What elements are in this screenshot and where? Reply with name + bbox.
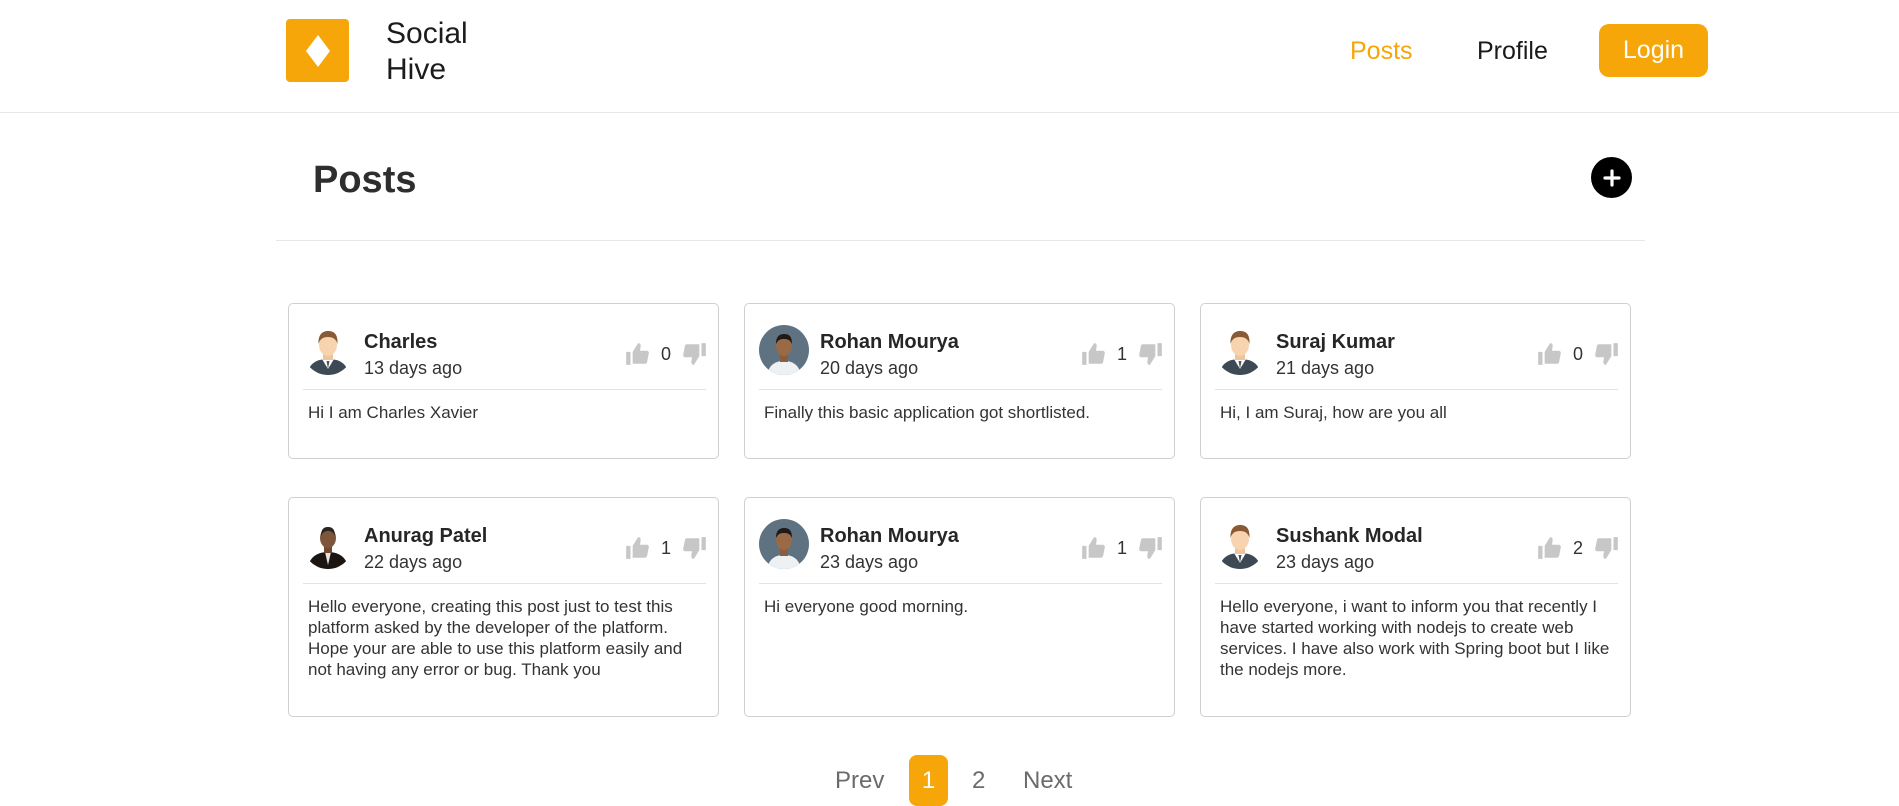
post-author[interactable]: Rohan Mourya — [820, 524, 959, 548]
post-body: Hi I am Charles Xavier — [308, 403, 479, 422]
thumbs-up-icon[interactable] — [1536, 341, 1562, 367]
vote-count: 2 — [1572, 537, 1583, 558]
post-time: 13 days ago — [364, 358, 463, 378]
add-post-button[interactable] — [1591, 157, 1632, 198]
card-divider — [1215, 583, 1618, 584]
avatar[interactable] — [759, 519, 809, 569]
thumbs-down-icon[interactable] — [682, 341, 708, 367]
post-card-header: Anurag Patel 22 days ago 1 — [289, 498, 718, 583]
card-divider — [759, 389, 1162, 390]
post-card: Rohan Mourya 20 days ago 1 Finally this … — [744, 303, 1175, 459]
avatar[interactable] — [303, 325, 353, 375]
thumbs-up-icon[interactable] — [624, 535, 650, 561]
nav-posts-link[interactable]: Posts — [1350, 36, 1413, 66]
vote-control: 1 — [1080, 341, 1164, 367]
post-author[interactable]: Suraj Kumar — [1276, 330, 1395, 354]
avatar[interactable] — [759, 325, 809, 375]
logo-icon[interactable] — [286, 19, 349, 82]
post-card-header: Suraj Kumar 21 days ago 0 — [1201, 304, 1630, 389]
post-card-header: Rohan Mourya 23 days ago 1 — [745, 498, 1174, 583]
vote-control: 1 — [624, 535, 708, 561]
post-card: Anurag Patel 22 days ago 1 Hello everyon… — [288, 497, 719, 717]
post-time: 22 days ago — [364, 552, 463, 572]
vote-control: 1 — [1080, 535, 1164, 561]
post-time: 20 days ago — [820, 358, 919, 378]
avatar[interactable] — [1215, 519, 1265, 569]
vote-count: 1 — [1116, 343, 1127, 364]
login-button[interactable]: Login — [1599, 24, 1708, 77]
thumbs-up-icon[interactable] — [1080, 535, 1106, 561]
pagination-next[interactable]: Next — [1023, 756, 1072, 806]
thumbs-up-icon[interactable] — [624, 341, 650, 367]
post-card-header: Rohan Mourya 20 days ago 1 — [745, 304, 1174, 389]
post-author[interactable]: Charles — [364, 330, 437, 354]
vote-control: 2 — [1536, 535, 1620, 561]
post-time: 23 days ago — [1276, 552, 1375, 572]
post-card: Charles 13 days ago 0 Hi I am Charles Xa… — [288, 303, 719, 459]
thumbs-down-icon[interactable] — [1138, 535, 1164, 561]
thumbs-up-icon[interactable] — [1080, 341, 1106, 367]
vote-control: 0 — [1536, 341, 1620, 367]
post-card-header: Sushank Modal 23 days ago 2 — [1201, 498, 1630, 583]
post-card: Suraj Kumar 21 days ago 0 Hi, I am Suraj… — [1200, 303, 1631, 459]
card-divider — [1215, 389, 1618, 390]
post-body: Hello everyone, creating this post just … — [308, 597, 683, 679]
nav-profile-link[interactable]: Profile — [1477, 36, 1548, 66]
title-divider — [276, 240, 1645, 241]
brand-name-line1: Social — [386, 17, 468, 50]
top-navbar: Social Hive Posts Profile Login — [0, 0, 1899, 113]
brand-name[interactable]: Social Hive — [386, 16, 506, 88]
post-time: 21 days ago — [1276, 358, 1375, 378]
thumbs-down-icon[interactable] — [1594, 535, 1620, 561]
vote-count: 0 — [1572, 343, 1583, 364]
thumbs-down-icon[interactable] — [1594, 341, 1620, 367]
vote-count: 1 — [660, 537, 671, 558]
brand-name-line2: Hive — [386, 53, 447, 86]
post-body: Hi everyone good morning. — [764, 597, 969, 616]
avatar[interactable] — [303, 519, 353, 569]
post-card: Rohan Mourya 23 days ago 1 Hi everyone g… — [744, 497, 1175, 717]
post-author[interactable]: Rohan Mourya — [820, 330, 959, 354]
vote-control: 0 — [624, 341, 708, 367]
thumbs-up-icon[interactable] — [1536, 535, 1562, 561]
avatar[interactable] — [1215, 325, 1265, 375]
post-body: Hi, I am Suraj, how are you all — [1220, 403, 1447, 422]
page-title: Posts — [313, 159, 417, 201]
thumbs-down-icon[interactable] — [682, 535, 708, 561]
pagination-prev[interactable]: Prev — [835, 756, 884, 806]
vote-count: 1 — [1116, 537, 1127, 558]
card-divider — [303, 389, 706, 390]
plus-icon — [1602, 168, 1621, 187]
pagination-page-2[interactable]: 2 — [972, 756, 985, 806]
card-divider — [759, 583, 1162, 584]
pagination-page-1[interactable]: 1 — [909, 755, 948, 806]
card-divider — [303, 583, 706, 584]
post-body: Finally this basic application got short… — [764, 403, 1090, 422]
post-card: Sushank Modal 23 days ago 2 Hello everyo… — [1200, 497, 1631, 717]
post-body: Hello everyone, i want to inform you tha… — [1220, 597, 1610, 679]
post-author[interactable]: Anurag Patel — [364, 524, 487, 548]
post-author[interactable]: Sushank Modal — [1276, 524, 1423, 548]
thumbs-down-icon[interactable] — [1138, 341, 1164, 367]
post-card-header: Charles 13 days ago 0 — [289, 304, 718, 389]
vote-count: 0 — [660, 343, 671, 364]
post-time: 23 days ago — [820, 552, 919, 572]
